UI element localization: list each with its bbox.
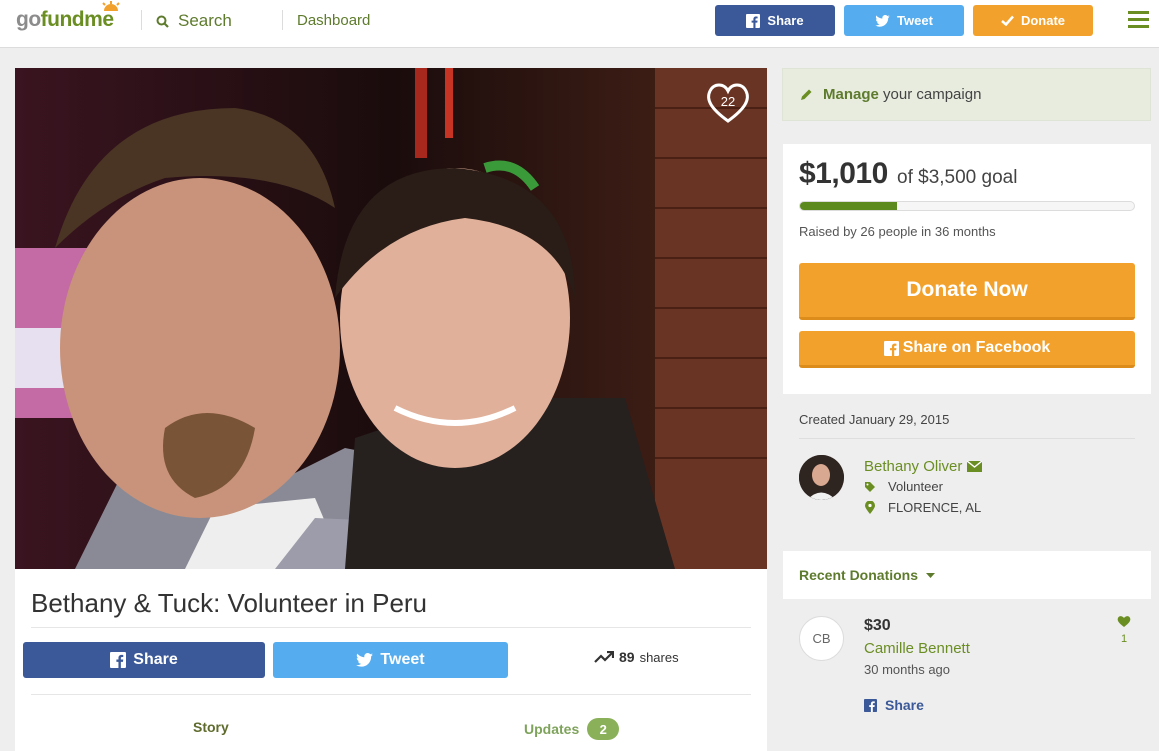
- tab-story[interactable]: Story: [193, 719, 229, 735]
- pencil-icon: [801, 89, 812, 100]
- hamburger-menu-icon[interactable]: [1128, 11, 1149, 28]
- manage-rest-label: your campaign: [883, 86, 982, 103]
- share-label: Share: [133, 651, 178, 668]
- search-icon: [156, 15, 169, 28]
- twitter-icon: [356, 653, 374, 667]
- shares-count: 89: [619, 649, 635, 665]
- organizer-location-label: FLORENCE, AL: [888, 500, 982, 515]
- donor-name: Camille Bennett: [864, 640, 970, 657]
- amount-raised: $1,010: [799, 157, 888, 190]
- tag-icon: [865, 481, 875, 492]
- map-pin-icon: [865, 501, 875, 514]
- facebook-share-button[interactable]: Share: [23, 642, 265, 678]
- progress-bar-fill: [800, 202, 897, 210]
- organizer-name: Bethany Oliver: [864, 458, 963, 475]
- campaign-photo-image: [15, 68, 767, 569]
- tweet-label: Tweet: [380, 651, 425, 668]
- heart-icon: [1117, 616, 1131, 627]
- organizer-name-link[interactable]: Bethany Oliver: [864, 458, 983, 475]
- facebook-icon: [864, 698, 877, 712]
- divider: [799, 438, 1135, 439]
- organizer-category: Volunteer: [864, 479, 943, 494]
- tweet-label: Tweet: [897, 13, 933, 28]
- search-link[interactable]: Search: [156, 11, 232, 31]
- dashboard-link[interactable]: Dashboard: [297, 12, 370, 29]
- share-on-facebook-label: Share on Facebook: [902, 339, 1051, 356]
- created-date: Created January 29, 2015: [799, 412, 950, 427]
- tweet-button[interactable]: Tweet: [273, 642, 508, 678]
- share-label: Share: [767, 13, 804, 28]
- donate-now-button[interactable]: Donate Now: [799, 263, 1135, 320]
- donation-share-button[interactable]: Share: [864, 697, 924, 713]
- trending-up-icon: [594, 651, 614, 663]
- shares-label: shares: [639, 649, 679, 665]
- heart-count: 22: [720, 94, 736, 109]
- tab-updates[interactable]: Updates 2: [524, 718, 620, 740]
- organizer-location: FLORENCE, AL: [864, 500, 981, 515]
- gofundme-logo[interactable]: gofundme: [16, 1, 120, 32]
- recent-donations-dropdown[interactable]: Recent Donations: [799, 567, 936, 583]
- sun-icon: [102, 1, 120, 11]
- campaign-photo: [15, 68, 767, 569]
- twitter-icon: [875, 14, 890, 27]
- donation-amount: $30: [864, 617, 891, 634]
- nav-divider: [141, 10, 142, 30]
- divider: [31, 694, 751, 695]
- top-nav-bar: gofundme Search Dashboard Share Tweet Do…: [0, 0, 1159, 48]
- donation-like-count: 1: [1120, 633, 1128, 645]
- facebook-icon: [883, 340, 899, 356]
- facebook-icon: [746, 13, 761, 28]
- divider: [31, 627, 751, 628]
- envelope-icon[interactable]: [967, 461, 983, 472]
- donation-like-button[interactable]: [1115, 614, 1133, 632]
- caret-down-icon: [926, 572, 936, 578]
- shares-counter: 89 shares: [594, 649, 679, 665]
- manage-bold-label: Manage: [823, 86, 879, 103]
- checkmark-icon: [1001, 15, 1014, 26]
- raised-by-text: Raised by 26 people in 36 months: [799, 224, 996, 239]
- nav-divider: [282, 10, 283, 30]
- donor-avatar: CB: [799, 616, 844, 661]
- tab-updates-label: Updates: [524, 721, 580, 737]
- header-tweet-button[interactable]: Tweet: [844, 5, 964, 36]
- progress-bar: [799, 201, 1135, 211]
- header-donate-button[interactable]: Donate: [973, 5, 1093, 36]
- organizer-category-label: Volunteer: [888, 479, 943, 494]
- donation-share-label: Share: [885, 697, 924, 713]
- updates-count-badge: 2: [587, 718, 620, 740]
- manage-campaign-link[interactable]: Manage your campaign: [782, 68, 1151, 121]
- campaign-title: Bethany & Tuck: Volunteer in Peru: [31, 588, 428, 618]
- goal-text: of $3,500 goal: [897, 167, 1018, 188]
- donate-label: Donate: [1020, 13, 1066, 28]
- organizer-avatar[interactable]: [799, 455, 844, 500]
- search-label: Search: [178, 11, 232, 30]
- share-on-facebook-button[interactable]: Share on Facebook: [799, 331, 1135, 368]
- recent-donations-label: Recent Donations: [799, 567, 919, 583]
- organizer-photo: [799, 455, 844, 500]
- header-facebook-share-button[interactable]: Share: [715, 5, 835, 36]
- donation-time: 30 months ago: [864, 662, 951, 677]
- facebook-icon: [110, 652, 127, 668]
